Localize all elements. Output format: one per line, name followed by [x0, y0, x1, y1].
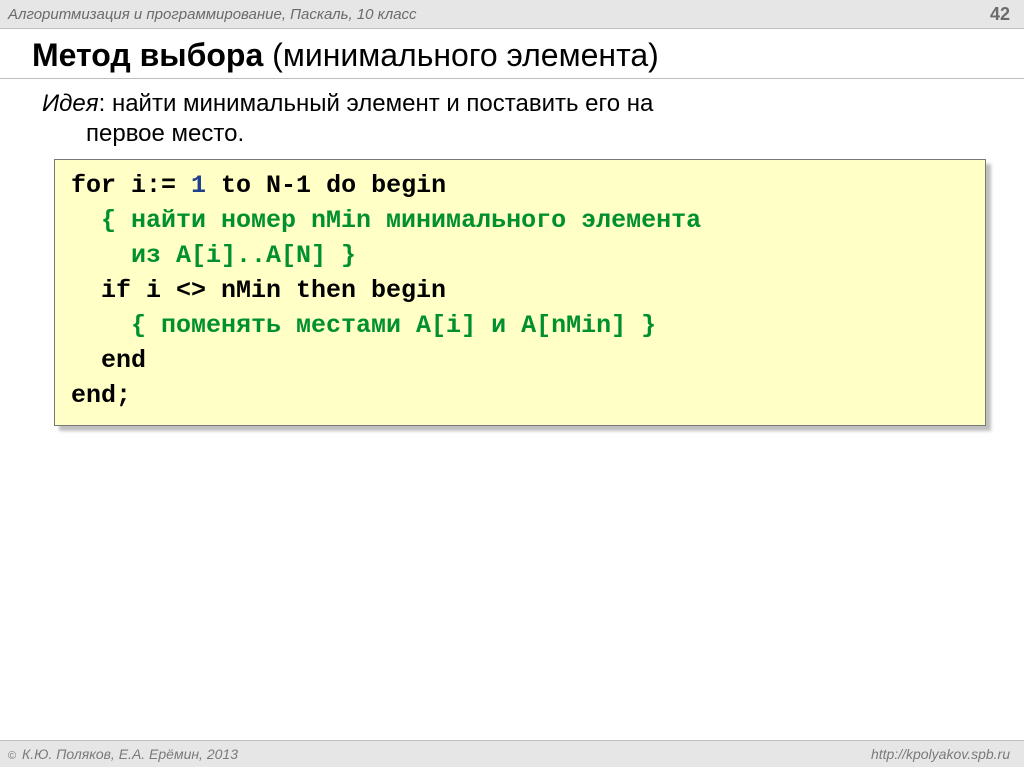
footer-copyright: © К.Ю. Поляков, Е.А. Ерёмин, 2013	[8, 746, 238, 762]
code-l1c: to N-1 do begin	[206, 171, 446, 200]
footer-bar: © К.Ю. Поляков, Е.А. Ерёмин, 2013 http:/…	[0, 740, 1024, 767]
copyright-icon: ©	[8, 750, 16, 762]
title-bold: Метод выбора	[32, 37, 263, 73]
header-subject: Алгоритмизация и программирование, Паска…	[8, 6, 417, 23]
code-block: for i:= 1 to N-1 do begin { найти номер …	[54, 159, 986, 426]
title-rest: (минимального элемента)	[263, 37, 659, 73]
footer-copyright-text: К.Ю. Поляков, Е.А. Ерёмин, 2013	[18, 746, 238, 762]
page-number: 42	[990, 4, 1010, 25]
code-l5: { поменять местами A[i] и A[nMin] }	[71, 311, 656, 340]
code-l7: end;	[71, 381, 131, 410]
header-bar: Алгоритмизация и программирование, Паска…	[0, 0, 1024, 29]
code-l6: end	[71, 346, 146, 375]
code-l4: if i <> nMin then begin	[71, 276, 446, 305]
code-l3: из A[i]..A[N] }	[71, 241, 356, 270]
idea-label: Идея	[42, 90, 99, 117]
footer-url: http://kpolyakov.spb.ru	[871, 746, 1010, 762]
slide-title: Метод выбора (минимального элемента)	[0, 29, 1024, 79]
code-l1a: for i:=	[71, 171, 191, 200]
idea-text: Идея: найти минимальный элемент и постав…	[0, 79, 1024, 159]
code-l2: { найти номер nMin минимального элемента	[71, 206, 701, 235]
idea-line1: : найти минимальный элемент и поставить …	[99, 90, 654, 117]
code-l1b: 1	[191, 171, 206, 200]
idea-line2: первое место.	[42, 119, 984, 149]
slide: Алгоритмизация и программирование, Паска…	[0, 0, 1024, 767]
